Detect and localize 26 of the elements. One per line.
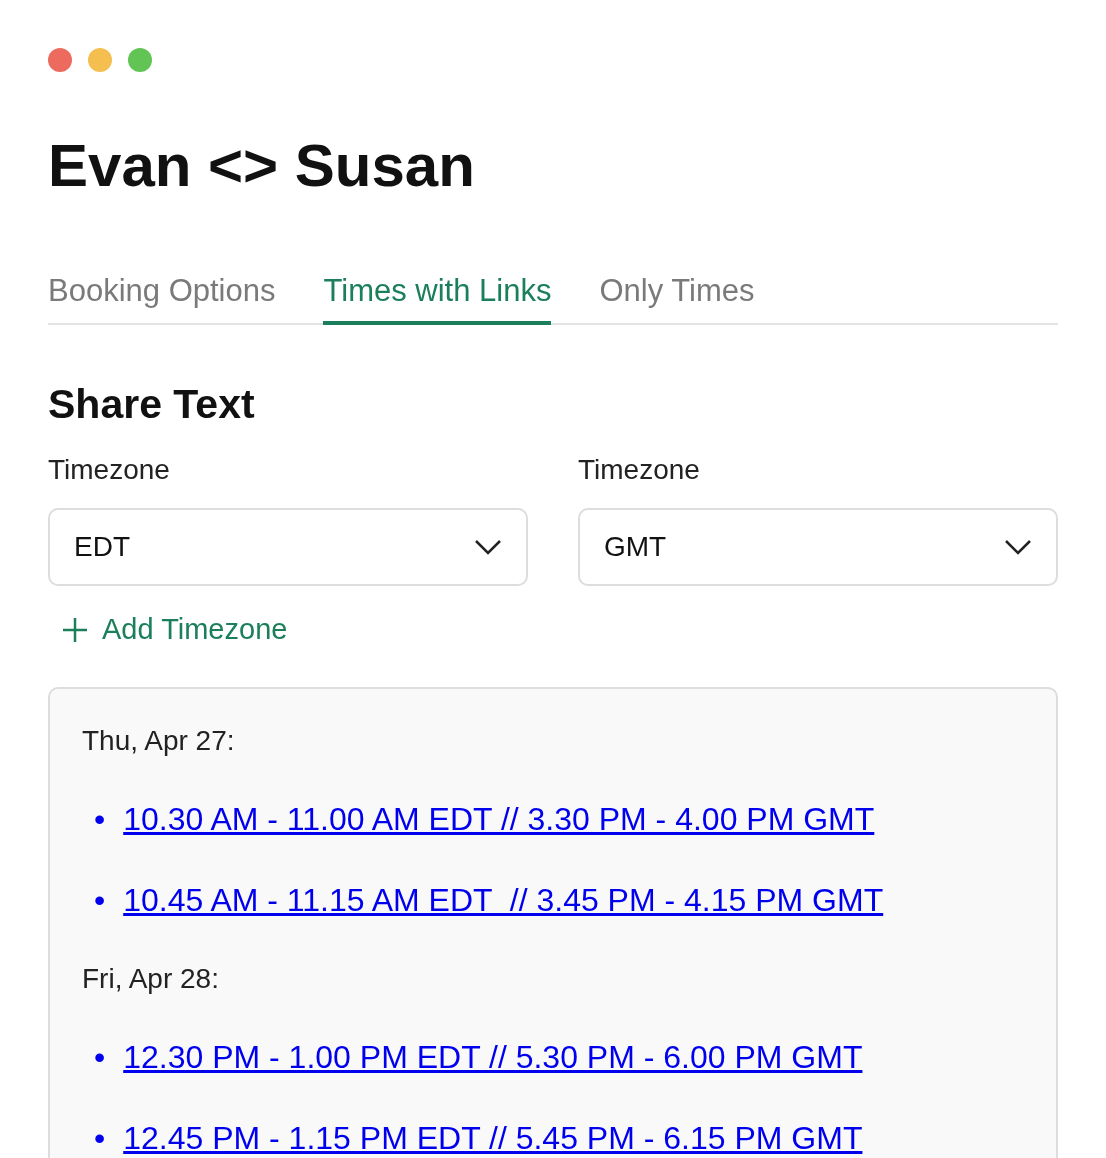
time-slot-link[interactable]: 12.30 PM - 1.00 PM EDT // 5.30 PM - 6.00 PM GMT bbox=[123, 1039, 863, 1076]
section-title: Share Text bbox=[48, 381, 256, 428]
window-control-icon[interactable] bbox=[88, 48, 112, 72]
time-slot-link[interactable]: 10.30 AM - 11.00 AM EDT // 3.30 PM - 4.00 PM GMT bbox=[123, 801, 875, 838]
window-control-icon[interactable] bbox=[128, 48, 152, 72]
date-heading: Fri, Apr 28: bbox=[82, 963, 220, 995]
field-label: Timezone bbox=[578, 454, 701, 486]
bullet: • bbox=[94, 1120, 106, 1157]
page-title: Evan <> Susan bbox=[48, 131, 476, 201]
bullet: • bbox=[94, 801, 106, 838]
tab[interactable]: Times with Links bbox=[323, 272, 552, 325]
plus-icon bbox=[62, 616, 88, 643]
add-timezone-button[interactable]: Add Timezone bbox=[48, 612, 294, 647]
timezone-dropdown[interactable]: EDT bbox=[48, 508, 528, 586]
chevron-down-icon bbox=[474, 539, 502, 555]
date-heading: Thu, Apr 27: bbox=[82, 725, 236, 757]
bullet: • bbox=[94, 882, 106, 919]
field-label: Timezone bbox=[48, 454, 171, 486]
time-slot-link[interactable]: 12.45 PM - 1.15 PM EDT // 5.45 PM - 6.15 PM GMT bbox=[123, 1120, 863, 1157]
time-slot-link[interactable]: 10.45 AM - 11.15 AM EDT // 3.45 PM - 4.15 PM GMT bbox=[123, 882, 884, 919]
timezone-dropdown[interactable]: GMT bbox=[578, 508, 1058, 586]
tab[interactable]: Booking Options bbox=[48, 272, 276, 325]
chevron-down-icon bbox=[1004, 539, 1032, 555]
bullet: • bbox=[94, 1039, 106, 1076]
tab[interactable]: Only Times bbox=[599, 272, 755, 325]
window-control-icon[interactable] bbox=[48, 48, 72, 72]
